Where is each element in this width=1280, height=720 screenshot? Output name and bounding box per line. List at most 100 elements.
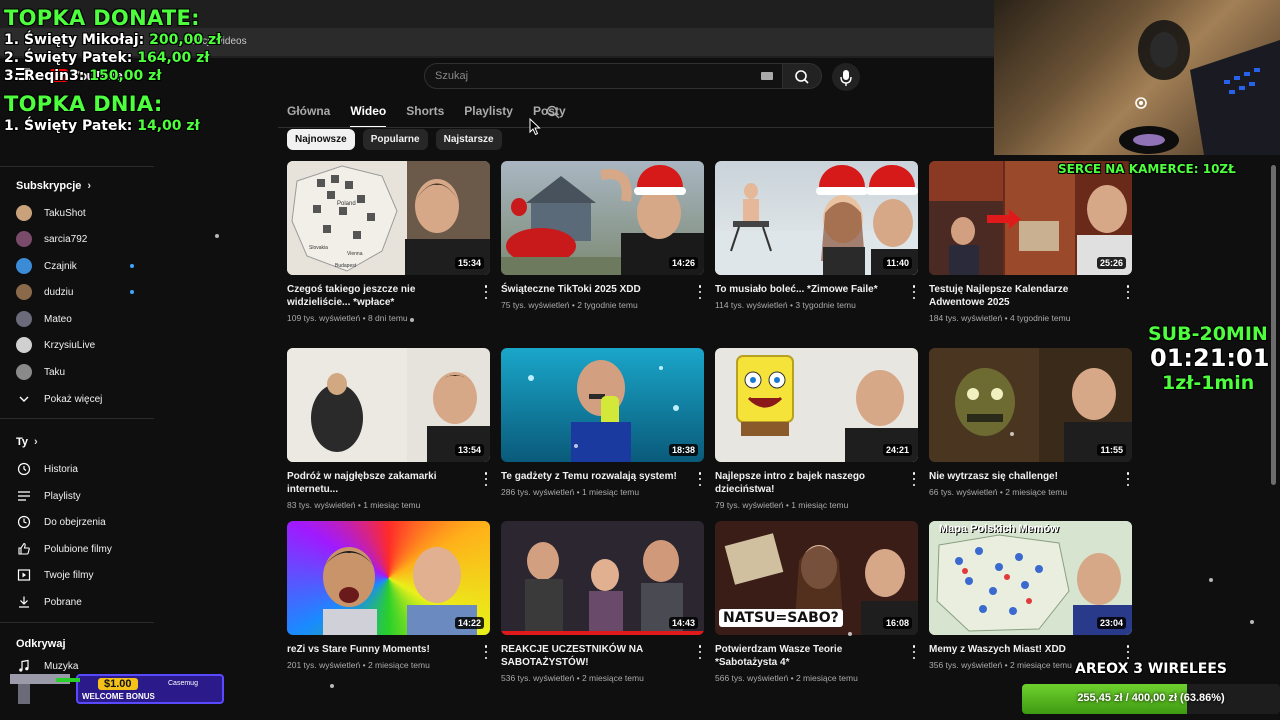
video-title[interactable]: Te gadżety z Temu rozwalają system!: [501, 470, 681, 483]
chip-popularne[interactable]: Popularne: [362, 129, 428, 150]
video-title[interactable]: Testuję Najlepsze Kalendarze Adwentowe 2…: [929, 283, 1109, 309]
subscriptions-heading[interactable]: Subskrypcje ›: [16, 180, 91, 192]
you-heading[interactable]: Ty ›: [16, 436, 38, 448]
more-options-icon[interactable]: [697, 285, 703, 299]
casino-bonus-banner: $1.00 WELCOME BONUS Casemug: [6, 664, 224, 708]
video-title[interactable]: Memy z Waszych Miast! XDD: [929, 643, 1109, 656]
channel-search-icon[interactable]: [545, 104, 561, 125]
video-card[interactable]: 11:40 To musiało boleć... *Zimowe Faile*…: [715, 161, 919, 310]
video-card[interactable]: 18:38 Te gadżety z Temu rozwalają system…: [501, 348, 705, 497]
video-thumbnail[interactable]: 11:40: [715, 161, 918, 275]
video-thumbnail[interactable]: 14:26: [501, 161, 704, 275]
video-card[interactable]: 25:26 Testuję Najlepsze Kalendarze Adwen…: [929, 161, 1133, 323]
video-card[interactable]: 14:22 reZi vs Stare Funny Moments! 201 t…: [287, 521, 491, 670]
camera-icon: [1132, 96, 1150, 115]
sidebar-item-label: Czajnik: [44, 260, 77, 272]
video-thumbnail[interactable]: 13:54: [287, 348, 490, 462]
video-thumbnail[interactable]: 14:43: [501, 521, 704, 635]
sidebar-item-krzysiulive[interactable]: KrzysiuLive: [16, 335, 146, 355]
more-options-icon[interactable]: [911, 472, 917, 486]
tab-wideo[interactable]: Wideo: [350, 104, 387, 128]
video-card[interactable]: 11:55 Nie wytrzasz się challenge! 66 tys…: [929, 348, 1133, 497]
chip-najnowsze[interactable]: Najnowsze: [287, 129, 355, 150]
bonus-amount: $1.00: [98, 678, 138, 690]
new-content-dot: [130, 290, 134, 294]
sidebar-divider: [0, 622, 154, 623]
video-thumbnail[interactable]: 24:21: [715, 348, 918, 462]
upload-age: 3 tygodnie temu: [795, 300, 856, 310]
sidebar-item-historia[interactable]: Historia: [16, 459, 146, 479]
search-box: [424, 63, 784, 89]
video-card[interactable]: 24:21 Najlepsze intro z bajek naszego dz…: [715, 348, 919, 510]
more-options-icon[interactable]: [697, 472, 703, 486]
video-thumbnail[interactable]: NATSU=SABO? 16:08: [715, 521, 918, 635]
video-title[interactable]: Świąteczne TikToki 2025 XDD: [501, 283, 681, 296]
more-options-icon[interactable]: [697, 645, 703, 659]
sidebar-item-sarcia792[interactable]: sarcia792: [16, 229, 146, 249]
upload-age: 1 miesiąc temu: [363, 500, 421, 510]
microphone-icon: [840, 70, 852, 86]
tab-playlisty[interactable]: Playlisty: [464, 104, 513, 128]
sidebar-item-czajnik[interactable]: Czajnik: [16, 256, 146, 276]
sidebar-item-dudziu[interactable]: dudziu: [16, 282, 146, 302]
video-title[interactable]: Nie wytrzasz się challenge!: [929, 470, 1109, 483]
video-thumbnail[interactable]: 11:55: [929, 348, 1132, 462]
video-card[interactable]: NATSU=SABO? 16:08 Potwierdzam Wasze Teor…: [715, 521, 919, 683]
video-card[interactable]: 13:54 Podróż w najgłębsze zakamarki inte…: [287, 348, 491, 510]
search-button[interactable]: [782, 63, 822, 89]
sidebar-item-mateo[interactable]: Mateo: [16, 309, 146, 329]
voice-search-button[interactable]: [832, 63, 860, 91]
more-options-icon[interactable]: [1125, 645, 1131, 659]
video-thumbnail[interactable]: 14:22: [287, 521, 490, 635]
search-icon: [795, 70, 809, 84]
tab-shorts[interactable]: Shorts: [406, 104, 444, 128]
video-card[interactable]: 14:43 REAKCJE UCZESTNIKÓW NA SABOTAŻYSTÓ…: [501, 521, 705, 683]
video-title[interactable]: To musiało boleć... *Zimowe Faile*: [715, 283, 895, 296]
more-options-icon[interactable]: [483, 285, 489, 299]
video-card[interactable]: 14:26 Świąteczne TikToki 2025 XDD 75 tys…: [501, 161, 705, 310]
sidebar-item-label: Do obejrzenia: [44, 516, 106, 528]
video-title[interactable]: Podróż w najgłębsze zakamarki internetu.…: [287, 470, 467, 496]
more-options-icon[interactable]: [911, 645, 917, 659]
show-more-button[interactable]: Pokaż więcej: [16, 389, 146, 409]
sidebar-item-label: Historia: [44, 463, 78, 475]
video-title[interactable]: reZi vs Stare Funny Moments!: [287, 643, 467, 656]
donate-rank: 1.: [4, 32, 20, 48]
more-options-icon[interactable]: [911, 285, 917, 299]
video-card[interactable]: Poland Vienna Budapest Slovakia 15:34 Cz…: [287, 161, 491, 323]
video-thumbnail[interactable]: 18:38: [501, 348, 704, 462]
keyboard-icon[interactable]: [761, 72, 773, 80]
scrollbar[interactable]: [1271, 165, 1276, 485]
video-title[interactable]: REAKCJE UCZESTNIKÓW NA SABOTAŻYSTÓW!: [501, 643, 681, 669]
video-title[interactable]: Potwierdzam Wasze Teorie *Sabotażysta 4*: [715, 643, 895, 669]
video-meta: 83 tys. wyświetleń • 1 miesiąc temu: [287, 500, 421, 510]
more-options-icon[interactable]: [1125, 285, 1131, 299]
more-options-icon[interactable]: [1125, 472, 1131, 486]
tab-glowna[interactable]: Główna: [287, 104, 330, 128]
sidebar-item-do-obejrzenia[interactable]: Do obejrzenia: [16, 512, 146, 532]
snowflake-icon: [1209, 578, 1213, 582]
video-title[interactable]: Najlepsze intro z bajek naszego dziecińs…: [715, 470, 895, 496]
search-input[interactable]: [435, 70, 735, 82]
chip-najstarsze[interactable]: Najstarsze: [435, 129, 502, 150]
video-thumbnail[interactable]: 25:26: [929, 161, 1132, 275]
sidebar-item-taku[interactable]: Taku: [16, 362, 146, 382]
sidebar-item-pobrane[interactable]: Pobrane: [16, 592, 146, 612]
video-thumbnail[interactable]: Mapa Polskich Memów 23:04: [929, 521, 1132, 635]
sidebar-item-polubione-filmy[interactable]: Polubione filmy: [16, 539, 146, 559]
sidebar-item-takushot[interactable]: TakuShot: [16, 203, 146, 223]
video-title[interactable]: Czegoś takiego jeszcze nie widzieliście.…: [287, 283, 467, 309]
more-options-icon[interactable]: [483, 472, 489, 486]
sub-timer-title: SUB-20MIN: [1148, 323, 1268, 345]
video-thumbnail[interactable]: Poland Vienna Budapest Slovakia 15:34: [287, 161, 490, 275]
more-options-icon[interactable]: [483, 645, 489, 659]
avatar: [16, 231, 32, 247]
sidebar-item-twoje-filmy[interactable]: Twoje filmy: [16, 565, 146, 585]
upload-age: 2 miesiące temu: [581, 673, 644, 683]
duration-badge: 23:04: [1096, 617, 1126, 629]
play-square-icon: [16, 567, 32, 583]
explore-heading: Odkrywaj: [16, 638, 66, 650]
video-card[interactable]: Mapa Polskich Memów 23:04 Memy z Waszych…: [929, 521, 1133, 670]
donate-row: 2. Święty Patek: 164,00 zł: [4, 50, 221, 66]
sidebar-item-playlisty[interactable]: Playlisty: [16, 486, 146, 506]
